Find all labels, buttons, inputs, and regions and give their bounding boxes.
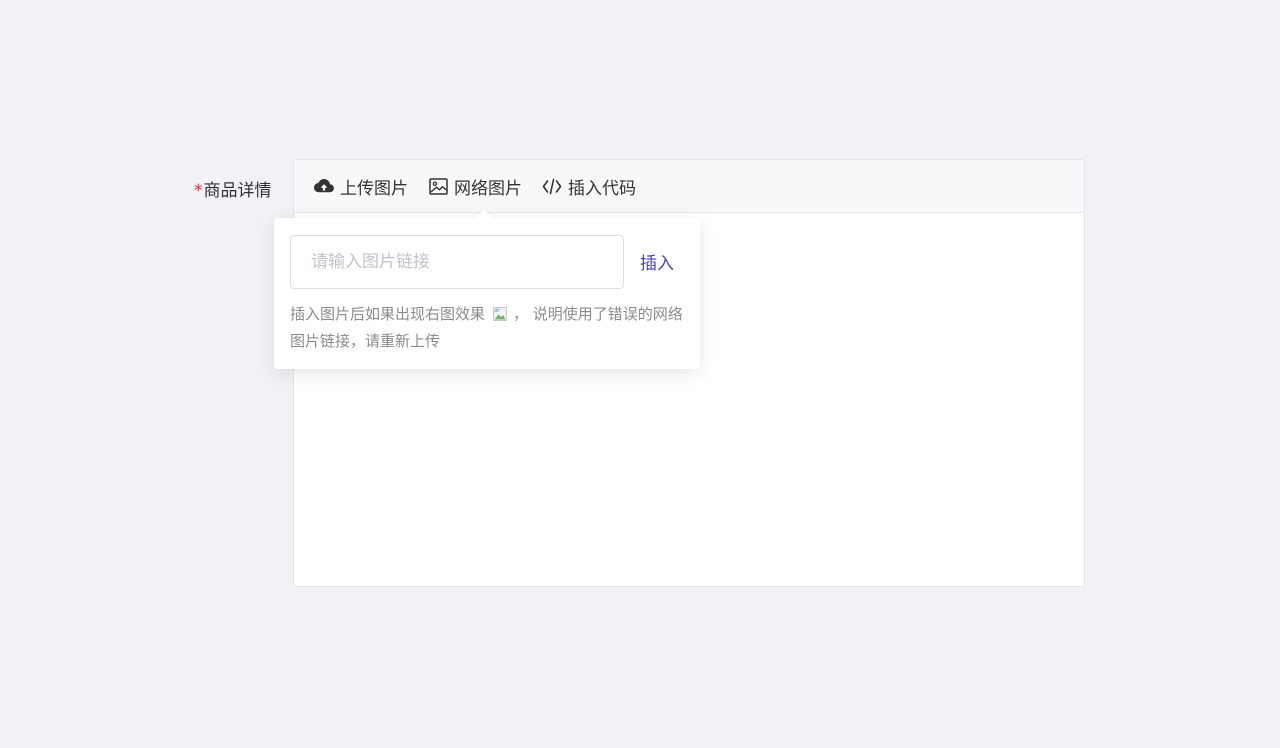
broken-image-icon xyxy=(493,303,508,321)
required-mark: * xyxy=(194,181,203,201)
web-image-label: 网络图片 xyxy=(454,178,522,199)
insert-code-button[interactable]: 插入代码 xyxy=(542,174,636,199)
hint-text: 插入图片后如果出现右图效果 ， 说明使用了错误的网络图片链接，请重新上传 xyxy=(290,301,686,355)
upload-image-button[interactable]: 上传图片 xyxy=(314,174,408,199)
editor-toolbar: 上传图片 网络图片 插入代码 xyxy=(294,160,1084,213)
field-label-text: 商品详情 xyxy=(203,181,272,201)
code-icon xyxy=(542,176,562,196)
product-detail-form-row: *商品详情 上传图片 网络图片 插入代码 请输入图片链接 插入 插入图片后如果出… xyxy=(0,0,1280,748)
upload-image-label: 上传图片 xyxy=(340,178,408,199)
image-icon xyxy=(428,176,448,196)
image-url-input[interactable] xyxy=(290,235,624,289)
web-image-button[interactable]: 网络图片 xyxy=(428,174,522,199)
web-image-popover: 插入 插入图片后如果出现右图效果 ， 说明使用了错误的网络图片链接，请重新上传 xyxy=(274,209,700,369)
insert-code-label: 插入代码 xyxy=(568,178,636,199)
cloud-upload-icon xyxy=(314,176,334,196)
hint-text-before: 插入图片后如果出现右图效果 xyxy=(290,305,486,323)
field-label: *商品详情 xyxy=(194,176,272,201)
insert-button[interactable]: 插入 xyxy=(640,249,674,274)
